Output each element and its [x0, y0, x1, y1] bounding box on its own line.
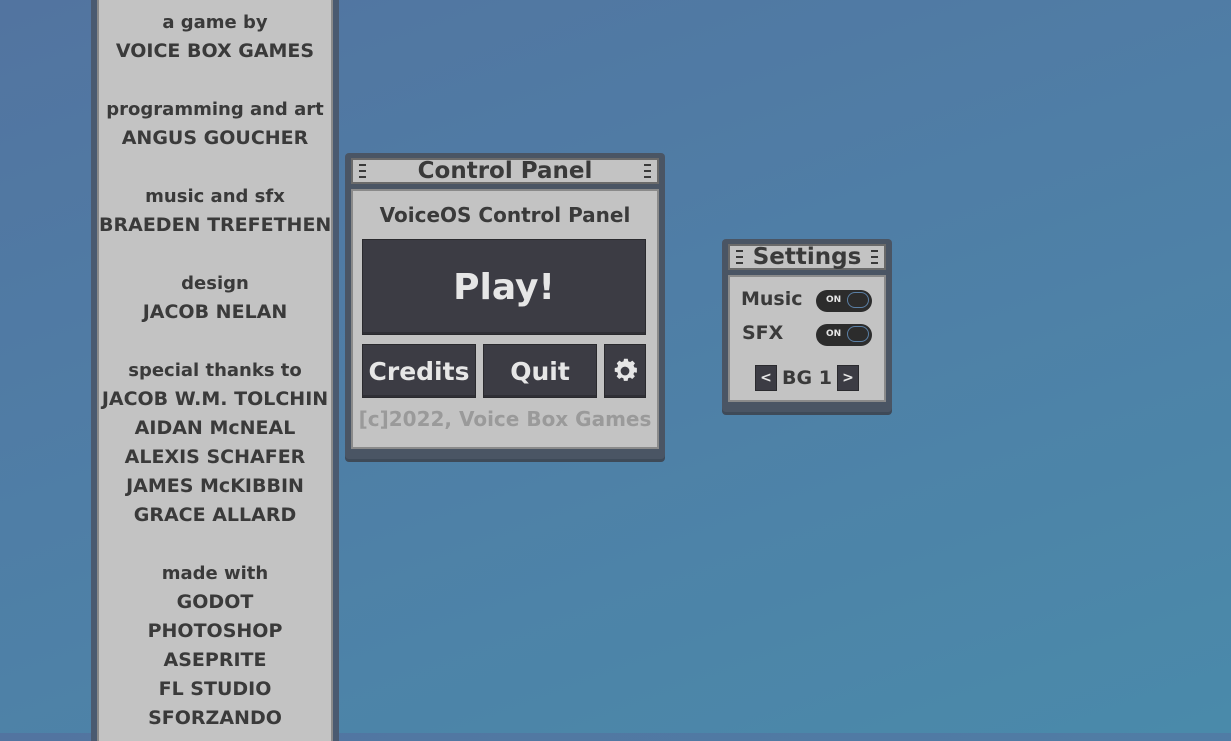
- credit-heading: programming and art: [106, 99, 324, 120]
- credit-block: design JACOB NELAN: [99, 269, 331, 327]
- sfx-label: SFX: [742, 322, 784, 344]
- settings-title: Settings: [752, 244, 862, 270]
- control-panel-body: VoiceOS Control Panel Play! Credits Quit…: [351, 189, 659, 449]
- toggle-knob: [847, 326, 869, 342]
- control-panel-subtitle: VoiceOS Control Panel: [379, 203, 631, 227]
- bg-prev-button[interactable]: <: [755, 365, 778, 391]
- copyright-text: [c]2022, Voice Box Games: [358, 407, 652, 431]
- credit-block: special thanks to JACOB W.M. TOLCHIN AIDAN…: [99, 356, 331, 530]
- credits-scroll-area[interactable]: a game by VOICE BOX GAMES programming and …: [97, 0, 333, 741]
- control-panel-title: Control Panel: [417, 158, 593, 184]
- drag-grip-icon[interactable]: [736, 250, 743, 264]
- credit-heading: special thanks to: [128, 360, 302, 381]
- sfx-toggle[interactable]: ON: [816, 324, 872, 346]
- credit-name: ALEXIS SCHAFER: [124, 446, 306, 468]
- credit-heading: made with: [161, 563, 269, 584]
- settings-window: Settings Music ON SFX ON < BG 1 >: [722, 239, 892, 412]
- control-panel-titlebar[interactable]: Control Panel: [351, 158, 659, 184]
- control-panel-window: Control Panel VoiceOS Control Panel Play…: [345, 153, 665, 459]
- credit-heading: design: [181, 273, 249, 294]
- credits-panel: a game by VOICE BOX GAMES programming and …: [91, 0, 339, 741]
- credit-name: JACOB NELAN: [142, 301, 288, 323]
- credit-block: music and sfx BRAEDEN TREFETHEN: [99, 182, 331, 240]
- credit-name: VOICE BOX GAMES: [115, 40, 315, 62]
- credit-heading: a game by: [162, 12, 268, 33]
- credits-button[interactable]: Credits: [362, 344, 476, 398]
- credit-name: ASEPRITE: [163, 649, 267, 671]
- gear-icon: [614, 358, 637, 381]
- credit-name: GRACE ALLARD: [133, 504, 297, 526]
- music-toggle[interactable]: ON: [816, 290, 872, 312]
- credit-name: ANGUS GOUCHER: [121, 127, 309, 149]
- sfx-toggle-state: ON: [826, 329, 842, 339]
- credit-name: PHOTOSHOP: [147, 620, 283, 642]
- credit-block: made with GODOT PHOTOSHOP ASEPRITE FL STUDIO…: [99, 559, 331, 733]
- settings-button[interactable]: [604, 344, 646, 398]
- credit-name: BRAEDEN TREFETHEN: [99, 214, 332, 236]
- credit-name: JACOB W.M. TOLCHIN: [101, 388, 329, 410]
- bg-label: BG 1: [782, 367, 832, 389]
- settings-titlebar[interactable]: Settings: [728, 244, 886, 270]
- settings-body: Music ON SFX ON < BG 1 >: [728, 275, 886, 402]
- drag-grip-icon[interactable]: [871, 250, 878, 264]
- music-toggle-state: ON: [826, 295, 842, 305]
- play-button[interactable]: Play!: [362, 239, 646, 335]
- credit-name: FL STUDIO: [158, 678, 272, 700]
- drag-grip-icon[interactable]: [644, 164, 651, 178]
- quit-button[interactable]: Quit: [483, 344, 597, 398]
- credit-name: JAMES McKIBBIN: [126, 475, 304, 497]
- credit-heading: music and sfx: [145, 186, 285, 207]
- bg-next-button[interactable]: >: [836, 365, 859, 391]
- credit-block: a game by VOICE BOX GAMES: [99, 8, 331, 66]
- toggle-knob: [847, 292, 869, 308]
- credit-name: GODOT: [176, 591, 254, 613]
- music-label: Music: [741, 288, 803, 310]
- credit-block: programming and art ANGUS GOUCHER: [99, 95, 331, 153]
- credit-name: SFORZANDO: [148, 707, 282, 729]
- credit-name: AIDAN McNEAL: [134, 417, 296, 439]
- drag-grip-icon[interactable]: [359, 164, 366, 178]
- background-selector: < BG 1 >: [730, 365, 884, 391]
